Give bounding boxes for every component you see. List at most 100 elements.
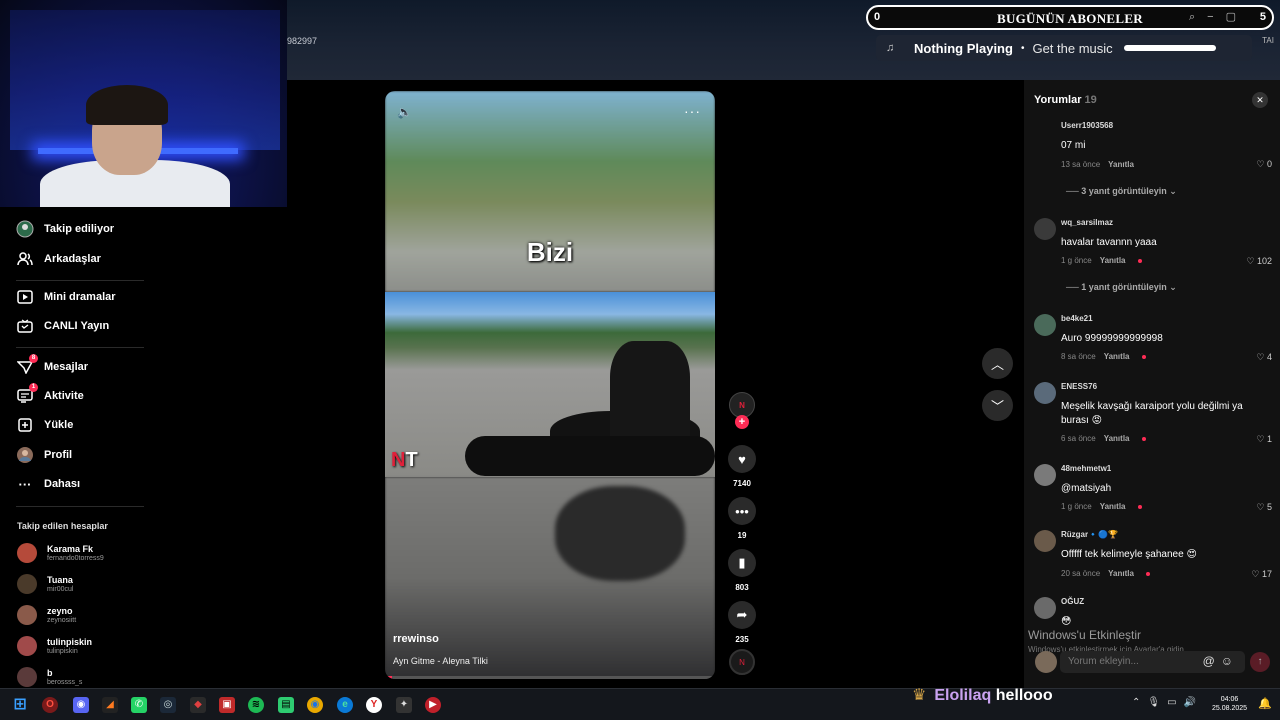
post-comment-button[interactable]: ↑ (1250, 652, 1270, 672)
account-username: mir00cul (47, 585, 74, 593)
windows-start-icon[interactable]: ⊞ (12, 697, 28, 713)
mention-emoji-icons[interactable]: @☺ (1203, 654, 1239, 668)
comment-like[interactable]: ♡ 0 (1256, 159, 1272, 170)
system-tray-icons[interactable]: ⌃🎙▭🔊 (1132, 697, 1203, 708)
app-red-icon[interactable]: ▣ (219, 697, 235, 713)
reply-link[interactable]: Yanıtla (1108, 569, 1134, 578)
sidebar-item-live[interactable]: CANLI Yayın (16, 317, 109, 335)
video-progress[interactable] (385, 676, 715, 679)
followed-account[interactable]: Tuana mir00cul (17, 574, 73, 594)
follow-plus-icon[interactable]: + (735, 415, 749, 429)
comment-avatar[interactable] (1034, 314, 1056, 336)
whatsapp-icon[interactable]: ✆ (131, 697, 147, 713)
music-disc-icon[interactable]: N (729, 649, 755, 675)
video-player[interactable]: Bizi NT 🔈 ··· rrewinso Ayn Gitme - Aleyn… (385, 91, 715, 679)
following-icon (16, 220, 34, 238)
window-controls-icon[interactable]: ⌕−▢ (1189, 10, 1248, 24)
video-creator[interactable]: rrewinso (393, 633, 439, 645)
sidebar-item-mini-dramas[interactable]: Mini dramalar (16, 288, 116, 306)
comment-like[interactable]: ♡ 5 (1256, 502, 1272, 513)
comment-input[interactable]: Yorum ekleyin... @☺ (1060, 651, 1245, 673)
followed-account[interactable]: Karama Fk fernando0torress9 (17, 543, 104, 563)
sidebar-item-following[interactable]: Takip ediliyor (16, 220, 114, 238)
sidebar-item-messages[interactable]: 8 Mesajlar (16, 354, 88, 376)
reply-link[interactable]: Yanıtla (1104, 434, 1130, 443)
comment-user[interactable]: be4ke21 (1061, 314, 1093, 323)
view-replies-toggle[interactable]: ── 3 yanıt görüntüleyin ⌄ (1066, 186, 1177, 197)
stream-chat-message: ♛ Elolilaq hellooo (912, 685, 1053, 705)
close-icon[interactable]: ✕ (1252, 92, 1268, 108)
reply-link[interactable]: Yanıtla (1108, 160, 1134, 169)
comment-user[interactable]: Userr1903568 (1061, 121, 1113, 130)
comment-like[interactable]: ♡ 17 (1251, 569, 1272, 580)
taskbar-clock[interactable]: 04:06 25.08.2025 (1212, 695, 1247, 713)
comment-time: 20 sa önce (1061, 569, 1101, 578)
comment-icon[interactable]: ••• (728, 497, 756, 525)
more-options-icon[interactable]: ··· (684, 103, 701, 119)
comment-like[interactable]: ♡ 4 (1256, 352, 1272, 363)
bookmark-icon[interactable]: ▮ (728, 549, 756, 577)
comment-user[interactable]: OĞUZ (1061, 597, 1084, 606)
steam-icon[interactable]: ◎ (160, 697, 176, 713)
volume-icon[interactable]: 🔈 (397, 105, 412, 119)
opera-icon[interactable]: O (42, 697, 58, 713)
share-icon[interactable]: ➦ (728, 601, 756, 629)
sidebar-item-friends[interactable]: Arkadaşlar (16, 250, 101, 268)
heart-icon[interactable]: ♥ (728, 445, 756, 473)
like-count: 7140 (733, 479, 751, 488)
get-music-label[interactable]: Get the music (1032, 41, 1112, 56)
followed-account[interactable]: tulinpiskin tulinpiskin (17, 636, 92, 656)
next-video-button[interactable]: ﹀ (982, 390, 1013, 421)
share-action[interactable]: ➦ 235 (728, 601, 756, 644)
comment-user[interactable]: ENESS76 (1061, 382, 1097, 391)
comment-user[interactable]: 48mehmetw1 (1061, 464, 1111, 473)
spotify-icon[interactable]: ≋ (248, 697, 264, 713)
video-music[interactable]: Ayn Gitme - Aleyna Tilki (393, 656, 488, 666)
notification-icon[interactable]: 🔔 (1258, 697, 1272, 710)
comment-avatar[interactable] (1034, 382, 1056, 404)
app-green-icon[interactable]: ▤ (278, 697, 294, 713)
yandex-icon[interactable]: Y (366, 697, 382, 713)
comment-time: 1 g önce (1061, 256, 1092, 265)
comment-avatar[interactable] (1034, 464, 1056, 486)
app-icon[interactable]: ◢ (102, 697, 118, 713)
comment-like[interactable]: ♡ 102 (1246, 256, 1272, 267)
discord-icon[interactable]: ◉ (73, 697, 89, 713)
reply-link[interactable]: Yanıtla (1100, 256, 1126, 265)
comment-avatar[interactable] (1034, 530, 1056, 552)
activity-icon: 1 (16, 383, 38, 405)
comment-avatar[interactable] (1034, 218, 1056, 240)
comment-action[interactable]: ••• 19 (728, 497, 756, 540)
comment-like[interactable]: ♡ 1 (1256, 434, 1272, 445)
creator-liked-dot (1141, 436, 1146, 441)
account-avatar (17, 636, 37, 656)
sidebar-divider (16, 347, 144, 348)
music-bar[interactable]: ♫ Nothing Playing • Get the music (876, 35, 1252, 61)
chevron-down-icon: ﹀ (990, 399, 1004, 414)
comment-user[interactable]: wq_sarsilmaz (1061, 218, 1113, 227)
comment-count: 19 (737, 531, 747, 540)
sidebar-item-upload[interactable]: Yükle (16, 416, 73, 434)
reply-link[interactable]: Yanıtla (1100, 502, 1126, 511)
reply-link[interactable]: Yanıtla (1104, 352, 1130, 361)
followed-account[interactable]: b berossss_s (17, 667, 82, 687)
messages-badge: 8 (29, 354, 38, 363)
edge-icon[interactable]: e (337, 697, 353, 713)
sidebar-item-activity[interactable]: 1 Aktivite (16, 383, 84, 405)
chrome-icon[interactable]: ◉ (307, 697, 323, 713)
comment-avatar[interactable] (1034, 597, 1056, 619)
media-player-icon[interactable]: ▶ (425, 697, 441, 713)
comment-time: 1 g önce (1061, 502, 1092, 511)
save-action[interactable]: ▮ 803 (728, 549, 756, 592)
app-gear-icon[interactable]: ✦ (396, 697, 412, 713)
comment-user[interactable]: Rüzgar🔹🔵🏆 (1061, 530, 1118, 539)
comment-text: 07 mi (1061, 140, 1086, 151)
view-replies-toggle[interactable]: ── 1 yanıt görüntüleyin ⌄ (1066, 282, 1177, 293)
followed-account[interactable]: zeyno zeynosiitt (17, 605, 76, 625)
prev-video-button[interactable]: ︿ (982, 348, 1013, 379)
like-action[interactable]: ♥ 7140 (728, 445, 756, 488)
shield-app-icon[interactable]: ◆ (190, 697, 206, 713)
sidebar-item-more[interactable]: ··· Dahası (16, 475, 81, 493)
followed-accounts-title: Takip edilen hesaplar (17, 521, 108, 531)
sidebar-item-profile[interactable]: Profil (16, 446, 72, 464)
